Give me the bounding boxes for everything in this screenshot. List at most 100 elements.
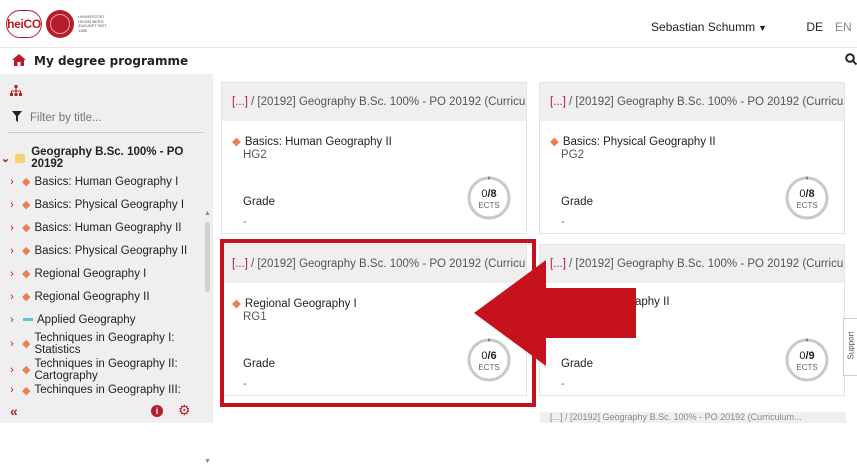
main-content: [...] / [20192] Geography B.Sc. 100% - P… xyxy=(213,74,857,423)
chevron-right-icon[interactable]: › xyxy=(6,176,18,188)
language-de[interactable]: DE xyxy=(806,20,823,34)
chevron-right-icon[interactable]: › xyxy=(6,291,18,303)
tree-item-label: Regional Geography I xyxy=(34,267,147,280)
tree-item-label: Techniques in Geography I: Statistics xyxy=(34,332,175,356)
card-title-text: Basics: Human Geography II xyxy=(244,136,392,148)
breadcrumb-ellipsis[interactable]: [...] xyxy=(550,96,566,108)
heico-logo-mark: heiCO xyxy=(6,10,42,38)
module-diamond-icon: ◆ xyxy=(22,176,31,188)
page-header: My degree programme xyxy=(0,48,857,74)
chevron-right-icon[interactable]: › xyxy=(6,245,18,257)
tree-root[interactable]: ⌄ Geography B.Sc. 100% - PO 20192 xyxy=(0,146,204,170)
chevron-right-icon[interactable]: › xyxy=(6,222,18,234)
module-card[interactable]: [...] / [20192] Geography B.Sc. 100% - P… xyxy=(539,82,845,234)
university-seal-icon xyxy=(46,10,74,38)
tree-item[interactable]: › ◆ Regional Geography II xyxy=(0,285,204,308)
tree-item-label: Basics: Physical Geography I xyxy=(34,198,185,211)
card-code: PG2 xyxy=(561,149,585,161)
support-label: Support xyxy=(846,331,856,360)
info-icon[interactable]: i xyxy=(151,405,163,417)
tree-item-label: Techinques in Geography III: xyxy=(34,384,181,396)
module-diamond-icon: ◆ xyxy=(22,199,31,211)
grade-value: - xyxy=(561,378,565,390)
grade-label: Grade xyxy=(561,196,593,208)
tree-root-label: Geography B.Sc. 100% - PO 20192 xyxy=(31,146,184,170)
card-breadcrumb[interactable]: [...] / [20192] Geography B.Sc. 100% - P… xyxy=(222,83,526,121)
ects-progress-ring: 0/8 ECTS xyxy=(784,175,830,221)
ects-label: ECTS xyxy=(478,201,500,210)
ects-total: /8 xyxy=(487,188,497,200)
tree-item[interactable]: › ◆ Basics: Physical Geography II xyxy=(0,239,204,262)
breadcrumb-ellipsis[interactable]: [...] xyxy=(232,258,248,270)
tree-item[interactable]: › ◆ Regional Geography I xyxy=(0,262,204,285)
module-diamond-icon: ◆ xyxy=(22,291,31,303)
university-name: UNIVERSITÄT HEIDELBERG ZUKUNFT SEIT 1386 xyxy=(78,14,107,33)
search-icon[interactable] xyxy=(845,52,857,68)
ects-progress-ring: 0/8 ECTS xyxy=(466,175,512,221)
gear-icon[interactable]: ⚙ xyxy=(178,402,191,419)
tree-item[interactable]: › ◆ Basics: Human Geography I xyxy=(0,170,204,193)
tree-item-label: Basics: Human Geography II xyxy=(34,221,182,234)
filter-input[interactable] xyxy=(30,112,180,124)
user-menu[interactable]: Sebastian Schumm ▼ xyxy=(651,20,767,34)
module-diamond-icon: ◆ xyxy=(22,338,31,350)
filter-underline xyxy=(8,132,204,133)
card-code: HG2 xyxy=(243,149,267,161)
scroll-up-icon[interactable]: ▲ xyxy=(204,210,211,217)
tree-item[interactable]: › ◆ Techniques in Geography I: Statistics xyxy=(0,331,204,357)
chevron-right-icon[interactable]: › xyxy=(6,268,18,280)
tree-item[interactable]: › ◆ Basics: Physical Geography I xyxy=(0,193,204,216)
tree-item-label: Basics: Human Geography I xyxy=(34,175,179,188)
chevron-right-icon[interactable]: › xyxy=(6,364,18,376)
filter-field xyxy=(8,104,208,132)
support-tab[interactable]: Support xyxy=(843,318,857,376)
filter-icon xyxy=(12,111,22,125)
ects-total: /8 xyxy=(805,188,815,200)
ects-progress-ring: 0/9 ECTS xyxy=(784,337,830,383)
tree-item[interactable]: › ◆ Basics: Human Geography II xyxy=(0,216,204,239)
heico-logo[interactable]: heiCO UNIVERSITÄT HEIDELBERG ZUKUNFT SEI… xyxy=(6,10,112,38)
ects-value: 0/8 xyxy=(466,188,512,200)
chevron-right-icon[interactable]: › xyxy=(6,338,18,350)
card-code: RG1 xyxy=(243,311,267,323)
breadcrumb-text: / [20192] Geography B.Sc. 100% - PO 2019… xyxy=(250,96,526,108)
chevron-down-icon[interactable]: ⌄ xyxy=(0,152,11,165)
ects-value: 0/8 xyxy=(784,188,830,200)
chevron-right-icon[interactable]: › xyxy=(6,199,18,211)
module-tree: ⌄ Geography B.Sc. 100% - PO 20192 › ◆ Bas… xyxy=(0,146,204,397)
folder-icon xyxy=(15,153,26,163)
sitemap-icon[interactable] xyxy=(10,85,22,100)
language-en[interactable]: EN xyxy=(835,20,857,34)
breadcrumb-ellipsis[interactable]: [...] xyxy=(232,96,248,108)
card-breadcrumb[interactable]: [...] / [20192] Geography B.Sc. 100% - P… xyxy=(540,83,844,121)
chevron-right-icon[interactable]: › xyxy=(6,384,18,396)
module-diamond-icon: ◆ xyxy=(22,364,31,376)
sidebar-footer: « i ⚙ xyxy=(0,399,213,423)
collapse-sidebar-icon[interactable]: « xyxy=(10,403,18,419)
card-title: ◆ Regional Geography I xyxy=(232,296,357,310)
grade-value: - xyxy=(243,216,247,228)
sidebar: ⌄ Geography B.Sc. 100% - PO 20192 › ◆ Bas… xyxy=(0,74,213,465)
sidebar-scrollbar[interactable]: ▲ ▼ xyxy=(204,210,211,469)
grade-label: Grade xyxy=(243,196,275,208)
pointer-arrow-icon xyxy=(474,260,636,366)
scroll-down-icon[interactable]: ▼ xyxy=(204,458,211,465)
tree-item[interactable]: › Applied Geography xyxy=(0,308,204,331)
ects-value: 0/9 xyxy=(784,350,830,362)
next-card-peek[interactable]: [...] / [20192] Geography B.Sc. 100% - P… xyxy=(540,412,846,423)
module-diamond-icon: ◆ xyxy=(22,245,31,257)
ects-total: /9 xyxy=(805,350,815,362)
chevron-right-icon[interactable]: › xyxy=(6,314,18,326)
scrollbar-thumb[interactable] xyxy=(205,222,210,292)
module-diamond-icon: ◆ xyxy=(232,298,241,310)
tree-item[interactable]: › ◆ Techniques in Geography II: Cartograp… xyxy=(0,357,204,383)
category-dash-icon xyxy=(23,318,33,321)
ects-label: ECTS xyxy=(796,201,818,210)
home-icon[interactable] xyxy=(12,54,26,69)
caret-down-icon: ▼ xyxy=(758,23,767,33)
module-card[interactable]: [...] / [20192] Geography B.Sc. 100% - P… xyxy=(221,82,527,234)
tree-item[interactable]: › ◆ Techinques in Geography III: xyxy=(0,383,204,397)
module-diamond-icon: ◆ xyxy=(550,136,559,148)
grade-value: - xyxy=(243,378,247,390)
top-bar: heiCO UNIVERSITÄT HEIDELBERG ZUKUNFT SEI… xyxy=(0,0,857,48)
